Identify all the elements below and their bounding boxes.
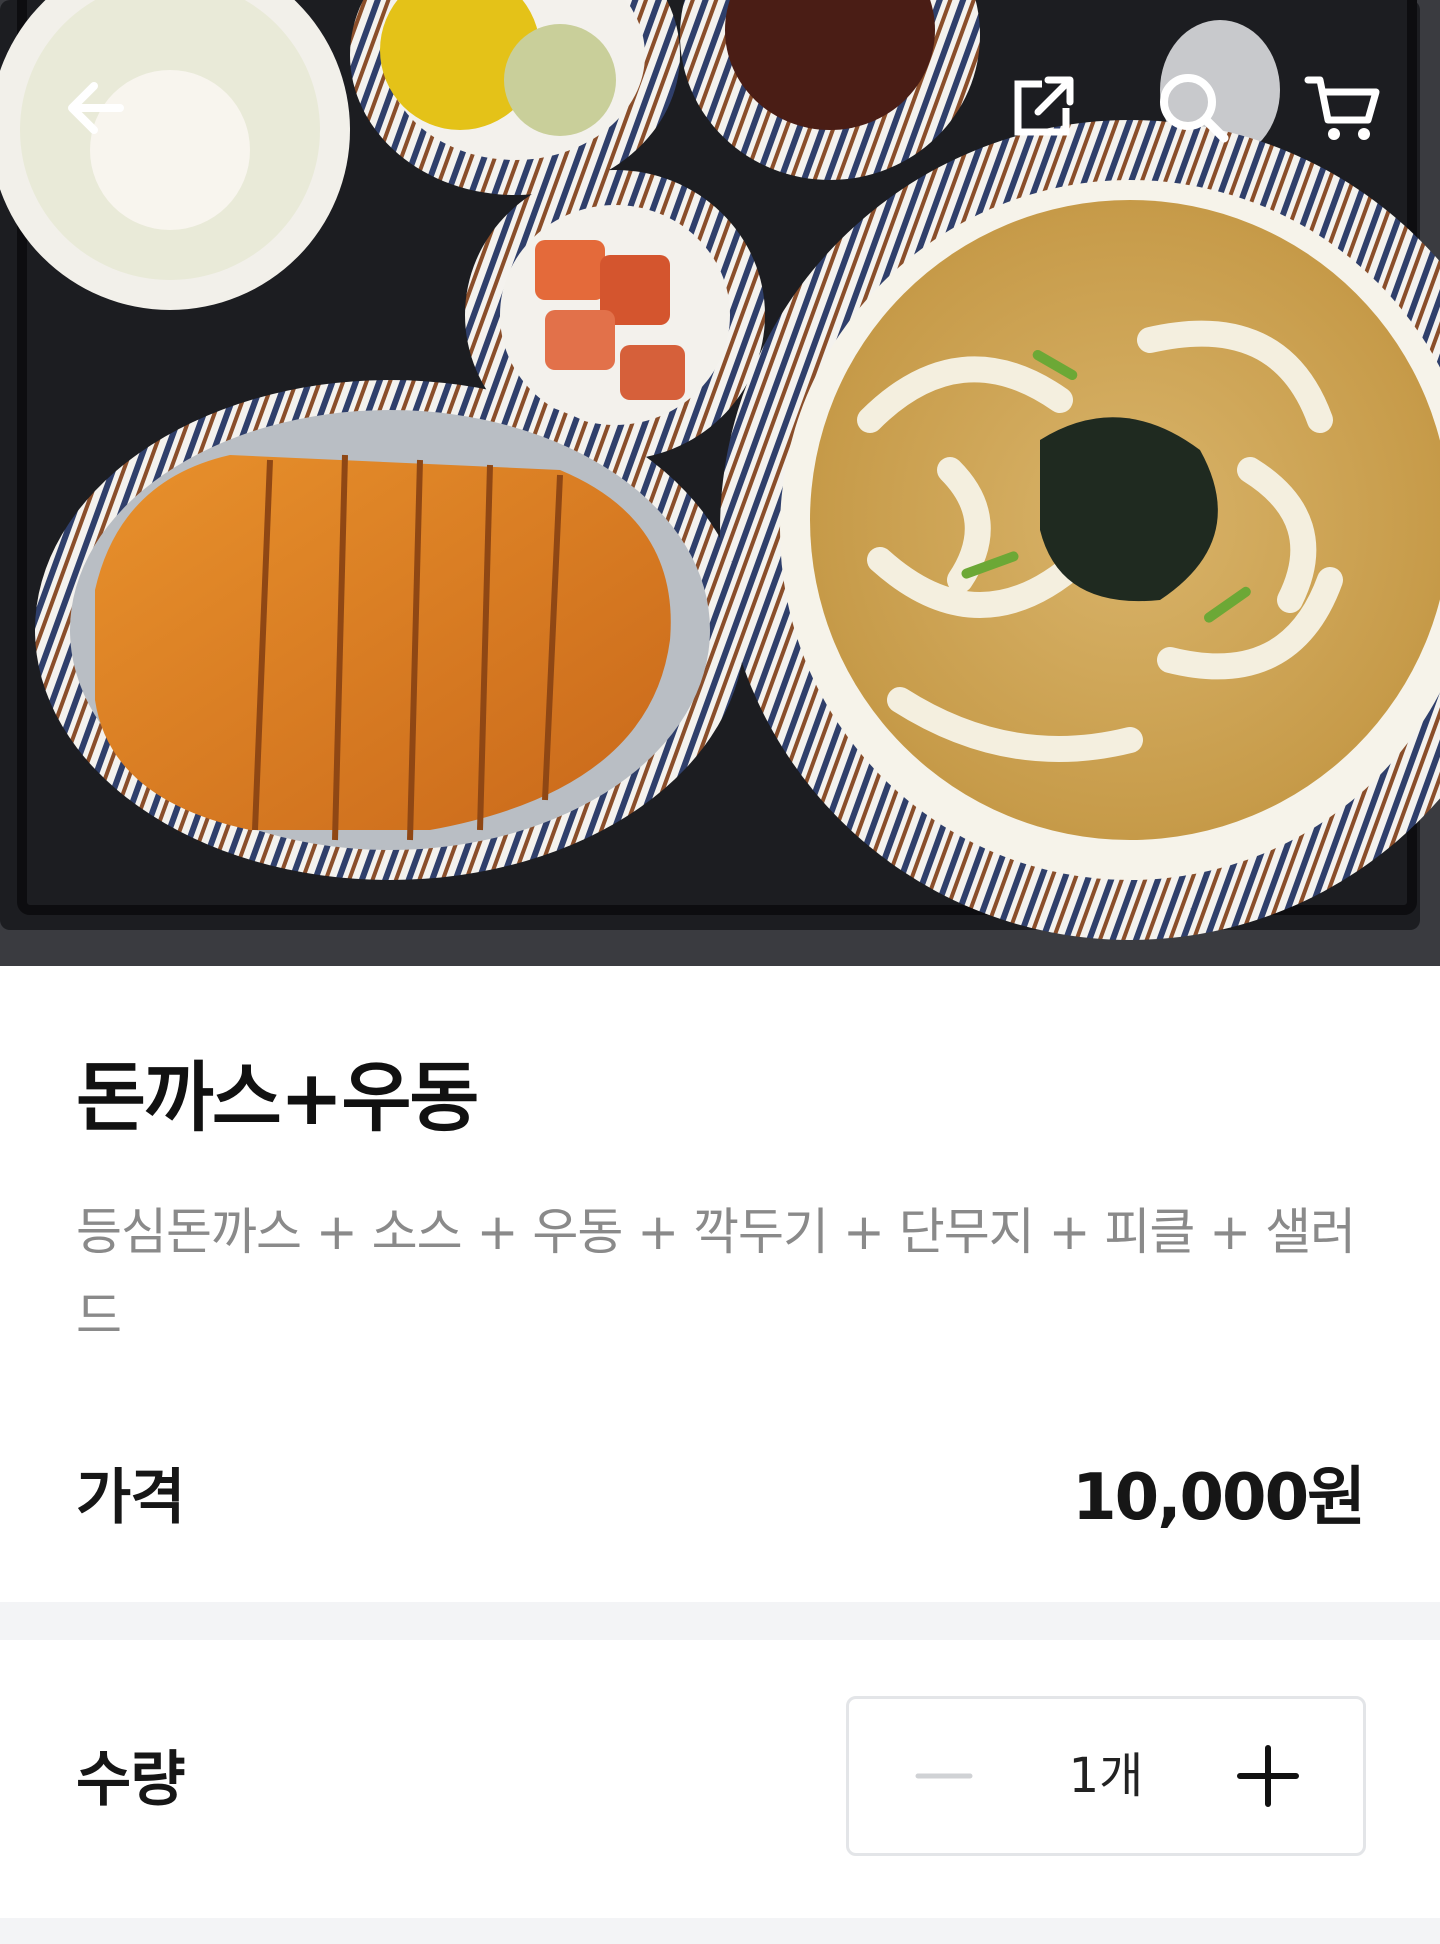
decrease-quantity-button[interactable] <box>869 1699 1019 1853</box>
product-title: 돈까스+우동 <box>76 1053 479 1142</box>
section-divider <box>0 1602 1440 1640</box>
price-row: 가격 10,000원 <box>76 1448 1366 1548</box>
cart-button[interactable] <box>1296 60 1392 156</box>
product-hero-image <box>0 0 1440 966</box>
quantity-label: 수량 <box>76 1745 185 1815</box>
bottom-divider <box>0 1918 1440 1944</box>
increase-quantity-button[interactable] <box>1193 1699 1343 1853</box>
quantity-value: 1개 <box>1068 1748 1144 1804</box>
product-description: 등심돈까스 + 소스 + 우동 + 깍두기 + 단무지 + 피클 + 샐러드 <box>76 1203 1356 1345</box>
search-icon <box>1160 74 1229 143</box>
quantity-stepper[interactable]: 1개 <box>846 1696 1366 1856</box>
price-value: 10,000원 <box>1072 1461 1366 1535</box>
price-label: 가격 <box>76 1463 185 1533</box>
quantity-row: 수량 1개 <box>76 1696 1366 1864</box>
back-button[interactable] <box>48 60 144 156</box>
plus-icon <box>1237 1745 1299 1807</box>
search-button[interactable] <box>1146 60 1242 156</box>
minus-icon <box>915 1773 973 1779</box>
share-button[interactable] <box>994 60 1090 156</box>
back-arrow-icon <box>68 82 124 134</box>
shopping-cart-icon <box>1304 76 1380 140</box>
share-external-icon <box>1014 76 1074 136</box>
